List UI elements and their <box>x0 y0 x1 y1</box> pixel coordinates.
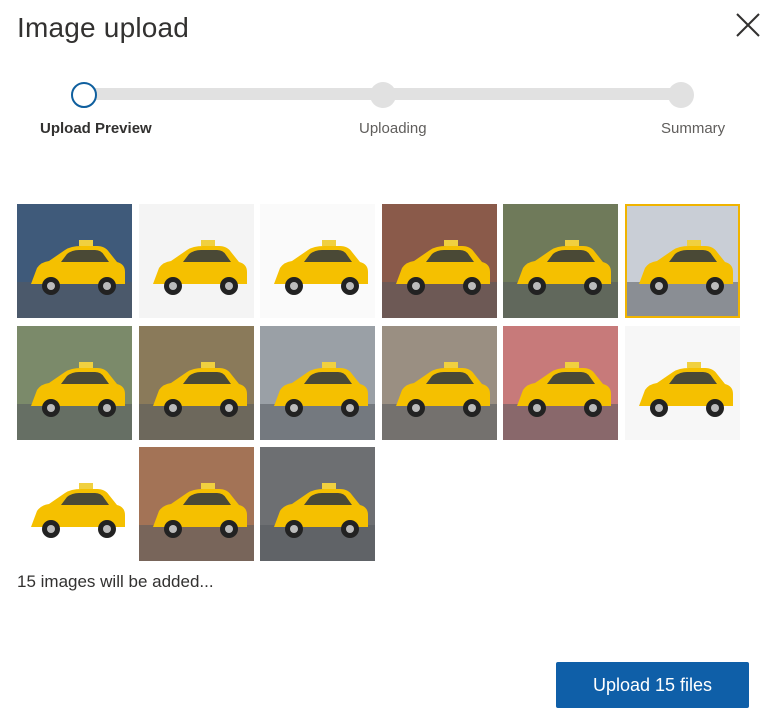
thumbnail-image <box>138 204 254 318</box>
thumbnail-image <box>260 447 375 561</box>
close-button[interactable] <box>734 11 762 39</box>
thumbnail-image <box>260 325 375 440</box>
thumbnail-image <box>503 325 618 440</box>
thumbnail-image <box>17 325 132 440</box>
thumbnail-ambassador-taxi-pink-wall[interactable] <box>503 325 618 440</box>
thumbnail-image <box>624 325 740 440</box>
thumbnail-image <box>138 447 254 561</box>
thumbnail-taxi-crown-victoria[interactable] <box>260 447 375 561</box>
dialog-title: Image upload <box>17 12 190 43</box>
thumbnail-taxi-cartoon-white[interactable] <box>624 325 740 440</box>
step-dot-summary <box>668 82 694 108</box>
thumbnail-checker-cab-grey-sky[interactable] <box>624 204 740 318</box>
thumbnail-taxis-city-street[interactable] <box>503 204 618 318</box>
close-icon <box>736 13 760 37</box>
thumbnail-taxi-studio-white[interactable] <box>138 204 254 318</box>
thumbnail-image <box>503 204 618 318</box>
status-text: 15 images will be added... <box>17 572 214 591</box>
upload-stepper: Upload Preview Uploading Summary <box>0 80 774 150</box>
thumbnail-checker-cab-street[interactable] <box>381 325 497 440</box>
thumbnail-image <box>624 204 740 318</box>
thumbnail-image <box>381 325 497 440</box>
thumbnail-ambassador-taxi-alley[interactable] <box>138 325 254 440</box>
thumbnail-image <box>138 325 254 440</box>
thumbnail-image <box>381 204 497 318</box>
step-dot-uploading <box>370 82 396 108</box>
step-label-upload-preview: Upload Preview <box>40 120 152 137</box>
thumbnail-image <box>17 204 132 318</box>
thumbnail-image <box>260 204 375 318</box>
thumbnail-taxi-stock-render[interactable] <box>260 204 375 318</box>
thumbnail-image <box>17 447 132 561</box>
thumbnail-checker-cab-lot[interactable] <box>260 325 375 440</box>
step-label-summary: Summary <box>661 120 726 137</box>
thumbnail-two-taxi-illustrations[interactable] <box>17 447 132 561</box>
step-dot-upload-preview <box>71 82 97 108</box>
thumbnail-ambassador-taxi-street[interactable] <box>17 325 132 440</box>
thumbnail-taxi-motion-blur[interactable] <box>17 204 132 318</box>
upload-files-button[interactable]: Upload 15 files <box>556 662 749 708</box>
step-label-uploading: Uploading <box>359 120 427 137</box>
thumbnail-ambassador-taxis-crowd[interactable] <box>138 447 254 561</box>
thumbnail-taxis-times-square[interactable] <box>381 204 497 318</box>
